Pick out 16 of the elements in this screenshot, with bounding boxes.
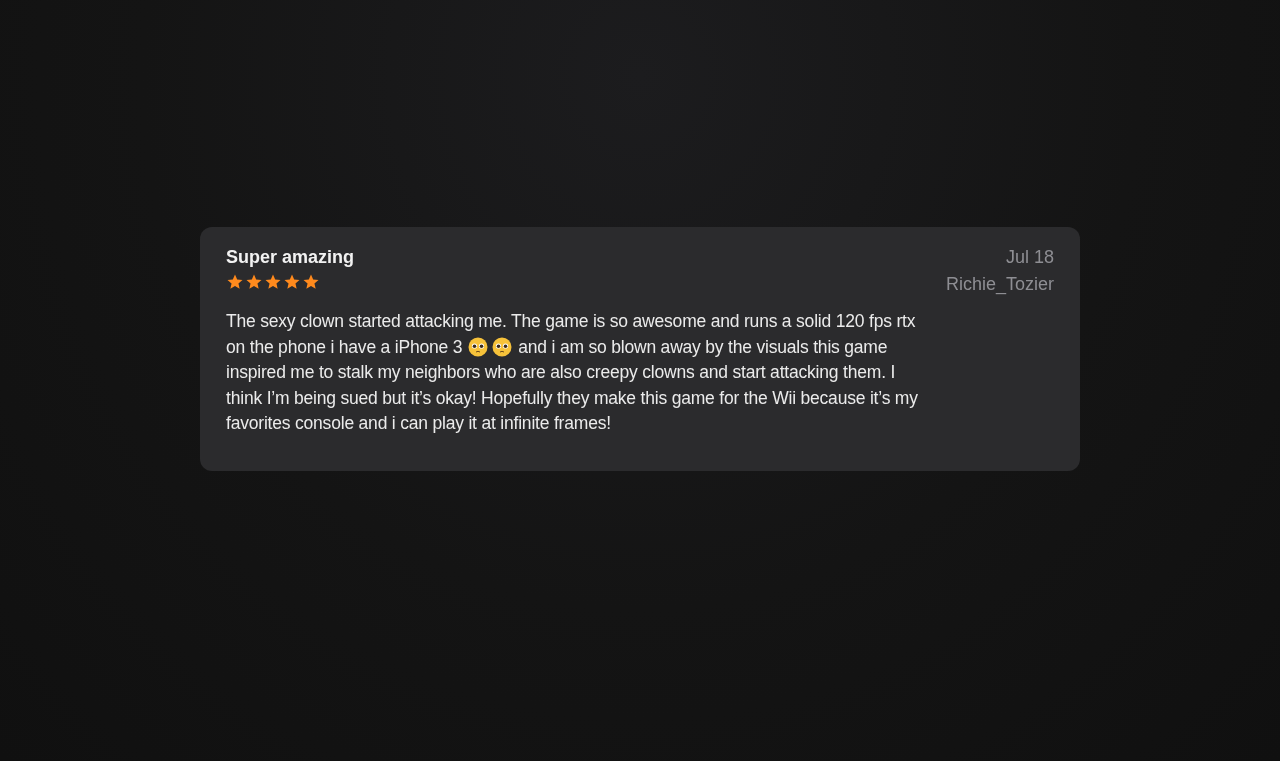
emoji-icon [468,337,489,358]
review-text: and i am so blown away by the visuals this game [518,335,888,359]
star-icon [264,273,282,291]
review-date: Jul 18 [1005,247,1054,268]
star-icon [245,273,263,291]
reviewer-name: Richie_Tozier [945,274,1054,295]
review-text: inspired me to stalk my neighbors who are also creepy clowns and start attacking them. I [226,361,896,384]
star-icon [283,273,301,291]
review-text: The sexy clown started attacking me. The game is so awesome and runs a solid 120 fps rtx [226,310,916,333]
review-text: think I’m being sued but it’s okay! Hopefully they make this game for the Wii because it’s my [226,386,918,410]
emoji-icon [492,337,513,358]
review-title: Super amazing [226,247,355,268]
review-text: on the phone i have a iPhone 3 [226,335,463,359]
review-text: favorites console and i can play it at infinite frames! [226,412,611,435]
star-icon [302,273,320,291]
star-icon [226,273,244,291]
